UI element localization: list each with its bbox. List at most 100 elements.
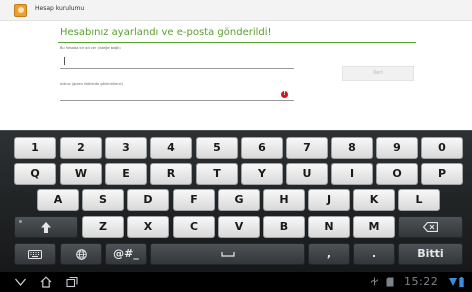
field-underline: [60, 68, 294, 69]
display-name-input[interactable]: !: [60, 89, 294, 101]
key-label: L: [415, 193, 423, 206]
key-label: K: [369, 193, 379, 206]
key-label: T: [213, 167, 221, 180]
globe-icon: [75, 248, 87, 260]
key-label: V: [234, 220, 244, 233]
shift-arrow-icon: [41, 221, 51, 233]
keyboard-settings-icon: [28, 249, 42, 259]
key-label: U: [302, 167, 312, 180]
key-x[interactable]: X: [127, 216, 169, 238]
key-label: 7: [303, 141, 311, 154]
key-d[interactable]: D: [127, 189, 169, 211]
done-key[interactable]: Bitti: [398, 243, 463, 265]
key-2[interactable]: 2: [60, 137, 102, 159]
field-underline: [60, 100, 294, 101]
key-l[interactable]: L: [398, 189, 440, 211]
keyboard-settings-key[interactable]: [14, 243, 56, 265]
shift-indicator: [19, 220, 22, 223]
key-j[interactable]: J: [308, 189, 350, 211]
title-bar: Hesap kurulumu: [0, 0, 472, 21]
key-v[interactable]: V: [218, 216, 260, 238]
key-m[interactable]: M: [353, 216, 395, 238]
system-bar: 15:22: [0, 272, 472, 292]
key-label: .: [371, 247, 377, 260]
comma-key[interactable]: ,: [308, 243, 350, 265]
recent-apps-icon[interactable]: [66, 276, 78, 288]
key-label: Bitti: [417, 247, 444, 260]
key-g[interactable]: G: [218, 189, 260, 211]
on-screen-keyboard: 1 2 3 4 5 6 7 8 9 0 Q W E R T Y U I O P …: [0, 130, 472, 272]
space-key[interactable]: [150, 243, 305, 265]
key-label: Z: [99, 220, 107, 233]
key-label: 3: [122, 141, 130, 154]
key-8[interactable]: 8: [331, 137, 373, 159]
headline-divider: [58, 42, 416, 43]
key-a[interactable]: A: [37, 189, 79, 211]
key-w[interactable]: W: [60, 163, 102, 185]
key-9[interactable]: 9: [376, 137, 418, 159]
key-o[interactable]: O: [376, 163, 418, 185]
key-y[interactable]: Y: [241, 163, 283, 185]
key-label: X: [143, 220, 153, 233]
key-label: J: [326, 193, 332, 206]
key-label: H: [279, 193, 289, 206]
text-cursor: [64, 57, 65, 65]
key-label: D: [143, 193, 153, 206]
key-label: C: [189, 220, 199, 233]
success-headline: Hesabınız ayarlandı ve e-posta gönderild…: [60, 27, 272, 38]
key-label: 8: [348, 141, 356, 154]
account-setup-form: Hesabınız ayarlandı ve e-posta gönderild…: [0, 22, 472, 130]
key-5[interactable]: 5: [196, 137, 238, 159]
key-z[interactable]: Z: [82, 216, 124, 238]
key-t[interactable]: T: [196, 163, 238, 185]
key-label: Y: [258, 167, 266, 180]
account-setup-icon: [14, 4, 27, 17]
home-icon[interactable]: [40, 276, 52, 288]
key-label: @#_: [113, 247, 139, 260]
key-n[interactable]: N: [308, 216, 350, 238]
key-u[interactable]: U: [286, 163, 328, 185]
key-3[interactable]: 3: [105, 137, 147, 159]
key-0[interactable]: 0: [421, 137, 463, 159]
next-button[interactable]: İleri: [342, 66, 414, 81]
space-bar-icon: [220, 252, 235, 257]
key-4[interactable]: 4: [150, 137, 192, 159]
key-label: F: [190, 193, 198, 206]
wifi-icon: [449, 278, 457, 286]
key-label: S: [99, 193, 107, 206]
symbols-key[interactable]: @#_: [105, 243, 147, 265]
key-label: G: [234, 193, 244, 206]
app-title: Hesap kurulumu: [35, 5, 85, 12]
key-r[interactable]: R: [150, 163, 192, 185]
key-label: N: [324, 220, 334, 233]
key-q[interactable]: Q: [14, 163, 56, 185]
error-icon: !: [281, 91, 288, 98]
key-h[interactable]: H: [263, 189, 305, 211]
period-key[interactable]: .: [353, 243, 395, 265]
language-key[interactable]: [60, 243, 102, 265]
back-icon[interactable]: [14, 276, 27, 288]
key-c[interactable]: C: [173, 216, 215, 238]
shift-key[interactable]: [14, 216, 78, 238]
key-label: 0: [438, 141, 446, 154]
key-k[interactable]: K: [353, 189, 395, 211]
key-f[interactable]: F: [173, 189, 215, 211]
key-s[interactable]: S: [82, 189, 124, 211]
key-1[interactable]: 1: [14, 137, 56, 159]
key-p[interactable]: P: [421, 163, 463, 185]
key-label: I: [349, 167, 355, 180]
account-name-input[interactable]: [60, 53, 294, 69]
key-label: A: [53, 193, 63, 206]
key-i[interactable]: I: [331, 163, 373, 185]
account-name-label: Bu hesaba bir ad ver (isteğe bağlı): [60, 46, 121, 50]
key-label: P: [437, 167, 447, 180]
key-e[interactable]: E: [105, 163, 147, 185]
key-label: Q: [30, 167, 40, 180]
key-6[interactable]: 6: [241, 137, 283, 159]
key-label: 6: [258, 141, 266, 154]
key-label: 2: [77, 141, 85, 154]
key-7[interactable]: 7: [286, 137, 328, 159]
key-b[interactable]: B: [263, 216, 305, 238]
usb-icon: [371, 277, 378, 286]
backspace-key[interactable]: [398, 216, 463, 238]
